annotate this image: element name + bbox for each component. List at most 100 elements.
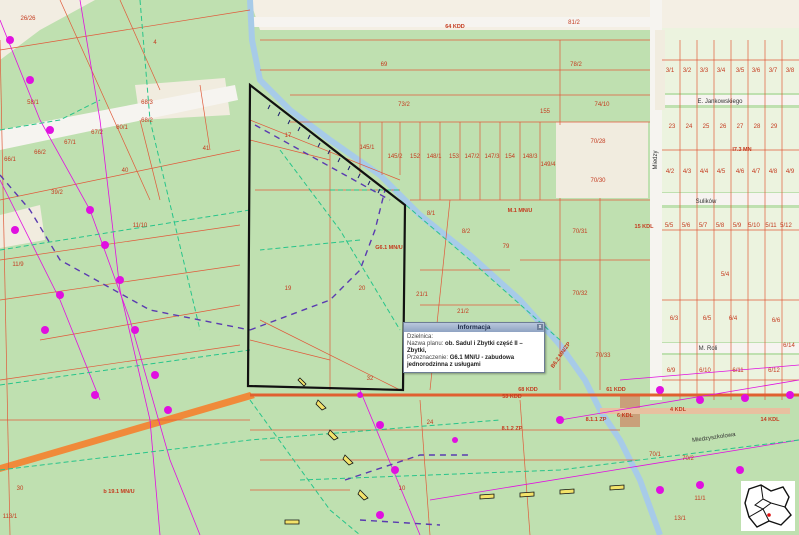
parcel-label: 4/8 [769, 169, 778, 175]
parcel-label: 74/10 [594, 102, 610, 108]
parcel-label: 41 [203, 146, 210, 152]
parcel-label: 39/2 [51, 190, 63, 196]
parcel-label: 27 [737, 124, 744, 130]
zone-label: 68 KDD [518, 387, 538, 393]
parcel-label: 6/11 [732, 368, 744, 374]
parcel-label: 155 [540, 109, 551, 115]
parcel-label: 11/9 [12, 262, 24, 268]
parcel-label: 70/30 [590, 178, 606, 184]
parcel-label: 68/2 [141, 118, 153, 124]
parcel-label: 5/6 [682, 223, 691, 229]
parcel-label: 66/1 [4, 157, 16, 163]
parcel-label: 6/6 [772, 318, 781, 324]
zone-label: b 19.1 MN/U [103, 489, 134, 495]
parcel-label: 26 [720, 124, 727, 130]
district-label: Dzielnica: [407, 334, 434, 340]
parcel-label: 5/7 [699, 223, 708, 229]
zone-label: 4 KDL [670, 407, 687, 413]
map-canvas[interactable]: 26/26469 78/281/273/2 74/1015570/2870/3070… [0, 0, 799, 535]
parcel-label: 4/6 [736, 169, 745, 175]
parcel-label: 6/5 [703, 316, 712, 322]
parcel-label: 32 [367, 376, 374, 382]
parcel-label: 68/3 [141, 100, 153, 106]
parcel-label: 6/10 [699, 368, 711, 374]
parcel-label: 70/2 [682, 456, 694, 462]
parcel-label: 147/2 [464, 154, 480, 160]
parcel-label: 24 [686, 124, 693, 130]
parcel-label: 78/2 [570, 62, 582, 68]
parcel-label: 4/5 [717, 169, 726, 175]
parcel-label: 8/2 [462, 229, 471, 235]
zone-label: 8.1.2 ZP [502, 426, 523, 432]
street-label: E. Jankowskiego [697, 99, 743, 105]
zone-label: 61 KDD [606, 387, 626, 393]
parcel-label: 17 [285, 133, 292, 139]
plan-label: Nazwa planu: [407, 341, 444, 347]
parcel-label: 67/1 [64, 140, 76, 146]
parcel-label: 6/9 [667, 368, 676, 374]
popup-body: Dzielnica: Nazwa planu: ob. Sadul i Zbyt… [404, 332, 544, 371]
parcel-label: 3/1 [666, 68, 675, 74]
parcel-label: 3/3 [700, 68, 709, 74]
parcel-label: 70/28 [590, 139, 606, 145]
close-icon[interactable]: x [537, 324, 543, 330]
parcel-label: 6/4 [729, 316, 738, 322]
parcel-label: 4/4 [700, 169, 709, 175]
parcel-label: 3/6 [752, 68, 761, 74]
zone-label: 8.1.1 ZP [586, 417, 607, 423]
parcel-label: 21/2 [457, 309, 469, 315]
parcel-label: 3/7 [769, 68, 778, 74]
location-marker-icon [767, 513, 771, 517]
parcel-label: 148/3 [522, 154, 538, 160]
zone-label: 64 KDD [445, 24, 465, 30]
parcel-label: 20 [359, 286, 366, 292]
zone-label: G6.1 MN/U [375, 245, 403, 251]
parcel-label: 5/5 [665, 223, 674, 229]
street-label: Sulików [696, 199, 717, 205]
parcel-label: 154 [505, 154, 516, 160]
info-popup: Informacja x Dzielnica: Nazwa planu: ob.… [403, 322, 545, 373]
parcel-label: 28 [754, 124, 761, 130]
parcel-label: 148/1 [426, 154, 442, 160]
parcel-label: 60/1 [116, 125, 128, 131]
parcel-label: 3/4 [717, 68, 726, 74]
parcel-label: 70/33 [595, 353, 611, 359]
parcel-label: 66/2 [34, 150, 46, 156]
parcel-label: 70/31 [572, 229, 588, 235]
parcel-label: 58/1 [27, 100, 39, 106]
parcel-label: 5/8 [716, 223, 725, 229]
parcel-label: 70/1 [649, 452, 661, 458]
parcel-label: 73/2 [398, 102, 410, 108]
parcel-label: 69 [381, 62, 388, 68]
parcel-label: 40 [122, 168, 129, 174]
parcel-label: 5/9 [733, 223, 742, 229]
parcel-label: 25 [703, 124, 710, 130]
parcel-label: 5/11 [765, 223, 777, 229]
parcel-label: 24 [427, 420, 434, 426]
parcel-label: 29 [771, 124, 778, 130]
parcel-label: 3/2 [683, 68, 692, 74]
street-label: Miedzy [653, 150, 659, 169]
parcel-label: 13/1 [674, 516, 686, 522]
parcel-label: 152 [410, 154, 421, 160]
purpose-label: Przeznaczenie: [407, 355, 449, 361]
parcel-label: 70/32 [572, 291, 588, 297]
zone-label: 15 KDL [635, 224, 655, 230]
parcel-label: 3/5 [736, 68, 745, 74]
parcel-label: 4/7 [752, 169, 761, 175]
parcel-label: 4/3 [683, 169, 692, 175]
district-overview-map[interactable] [741, 481, 795, 531]
parcel-label: 19 [285, 286, 292, 292]
parcel-label: 153 [449, 154, 460, 160]
parcel-label: 149/4 [540, 162, 556, 168]
zone-label: M.1 MN/U [508, 208, 533, 214]
parcel-label: 6/3 [670, 316, 679, 322]
popup-title: Informacja [457, 324, 491, 331]
parcel-label: 4/2 [666, 169, 675, 175]
parcel-label: 147/3 [484, 154, 500, 160]
parcel-label: 67/2 [91, 130, 103, 136]
parcel-label: 81/2 [568, 20, 580, 26]
parcel-label: 6/12 [768, 368, 780, 374]
parcel-label: 113/1 [3, 514, 18, 520]
zone-label: 53 KDD [502, 394, 522, 400]
